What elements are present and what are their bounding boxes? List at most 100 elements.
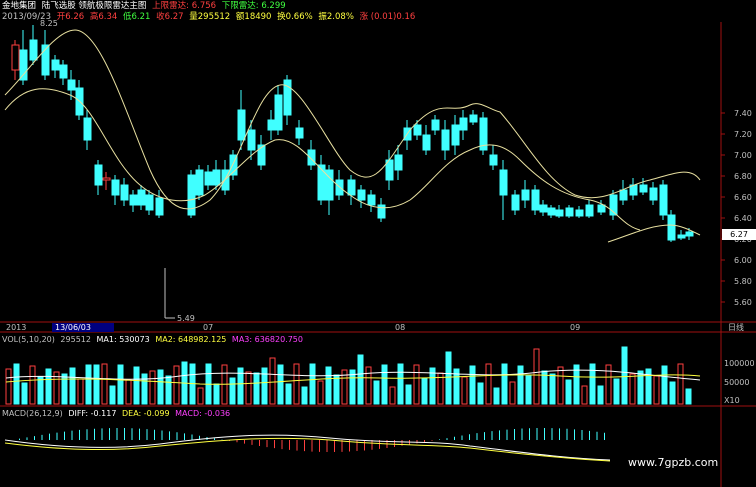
current-price-label: 6.27	[730, 230, 748, 239]
volume-bar	[685, 388, 692, 405]
price-tick-label: 6.00	[734, 256, 752, 265]
volume-tick-100000: 100000	[724, 359, 755, 368]
volume-bar	[141, 373, 148, 405]
candlesticks	[11, 25, 694, 242]
price-tick-label: 6.80	[734, 172, 752, 181]
candle-body	[511, 194, 520, 211]
candle-body	[317, 164, 326, 201]
volume-bar	[669, 381, 676, 405]
price-tick-label: 6.60	[734, 193, 752, 202]
candle-body	[555, 209, 564, 217]
volume-bar	[293, 363, 300, 405]
volume-bar	[117, 364, 124, 405]
candle-body	[145, 194, 154, 211]
volume-bar	[597, 385, 604, 405]
candle-body	[441, 129, 450, 151]
volume-bar	[501, 363, 508, 405]
candle-body	[531, 189, 540, 211]
volume-bar	[285, 383, 292, 405]
candle-body	[204, 171, 213, 186]
candle-body	[94, 164, 103, 186]
volume-bar	[317, 380, 324, 405]
volume-bar	[653, 375, 660, 405]
volume-bar	[269, 357, 276, 405]
candle-body	[102, 177, 111, 181]
candle-body	[59, 64, 68, 79]
volume-bar	[477, 382, 484, 405]
price-tick-label: 7.00	[734, 151, 752, 160]
volume-unit: X10	[724, 396, 740, 405]
volume-bar	[461, 376, 468, 405]
volume-bar	[21, 382, 28, 405]
price-tick-label: 7.40	[734, 109, 752, 118]
volume-bar	[197, 387, 204, 405]
month-label-07: 07	[203, 323, 213, 332]
candle-body	[659, 184, 668, 216]
volume-header: VOL(5,10,20) 295512 MA1: 530073 MA2: 648…	[2, 335, 303, 344]
period-label[interactable]: 日线	[728, 322, 744, 332]
macd-histogram	[4, 428, 611, 462]
volume-bar	[13, 363, 20, 405]
volume-bar	[573, 364, 580, 405]
macd-dea-line	[4, 437, 611, 462]
price-tick-label: 5.80	[734, 277, 752, 286]
candle-body	[649, 187, 658, 201]
candle-body	[639, 184, 648, 193]
volume-tick-50000: 50000	[724, 378, 749, 387]
volume-title: VOL(5,10,20)	[2, 335, 55, 344]
candle-body	[120, 184, 129, 201]
volume-bar	[557, 366, 564, 405]
candle-body	[413, 124, 422, 136]
candle-body	[267, 119, 276, 131]
volume-bar	[509, 381, 516, 405]
macd-header: MACD(26,12,9) DIFF: -0.117 DEA: -0.099 M…	[2, 409, 230, 418]
volume-bars	[5, 346, 701, 405]
volume-bar	[533, 348, 540, 405]
volume-bar	[61, 373, 68, 405]
candle-body	[597, 204, 606, 213]
candle-body	[451, 124, 460, 146]
volume-bar	[517, 365, 524, 405]
candle-body	[431, 119, 440, 131]
candle-body	[377, 204, 386, 219]
cursor-date: 13/06/03	[55, 323, 91, 332]
candle-body	[11, 44, 20, 71]
volume-bar	[333, 374, 340, 405]
volume-bar	[485, 363, 492, 405]
macd-diff: DIFF: -0.117	[68, 409, 116, 418]
volume-bar	[581, 385, 588, 405]
candle-body	[129, 194, 138, 206]
candle-body	[137, 189, 146, 206]
volume-bar	[629, 373, 636, 405]
month-label-08: 08	[395, 323, 405, 332]
price-tick-label: 7.20	[734, 130, 752, 139]
volume-bar	[549, 373, 556, 405]
candle-body	[367, 194, 376, 206]
volume-bar	[5, 368, 12, 405]
volume-bar	[373, 380, 380, 405]
candle-body	[469, 114, 478, 123]
candle-body	[195, 169, 204, 196]
volume-ma3: MA3: 636820.750	[232, 335, 303, 344]
candle-body	[19, 49, 28, 81]
candle-body	[565, 207, 574, 217]
volume-bar	[301, 386, 308, 405]
volume-bar	[397, 363, 404, 405]
volume-bar	[45, 368, 52, 405]
candle-body	[307, 149, 316, 166]
volume-bar	[677, 363, 684, 405]
volume-bar	[133, 366, 140, 405]
candle-body	[499, 169, 508, 196]
price-axis: 7.407.207.006.806.606.406.206.005.805.60	[721, 109, 752, 307]
candle-body	[335, 179, 344, 196]
volume-bar	[405, 384, 412, 405]
volume-bar	[37, 376, 44, 405]
stock-chart[interactable]: 7.407.207.006.806.606.406.206.005.805.60…	[0, 0, 756, 487]
volume-bar	[421, 377, 428, 405]
volume-bar	[661, 365, 668, 405]
volume-bar	[541, 370, 548, 405]
candle-body	[237, 109, 246, 141]
volume-bar	[413, 364, 420, 405]
macd-value: MACD: -0.036	[175, 409, 230, 418]
candle-body	[221, 169, 230, 191]
